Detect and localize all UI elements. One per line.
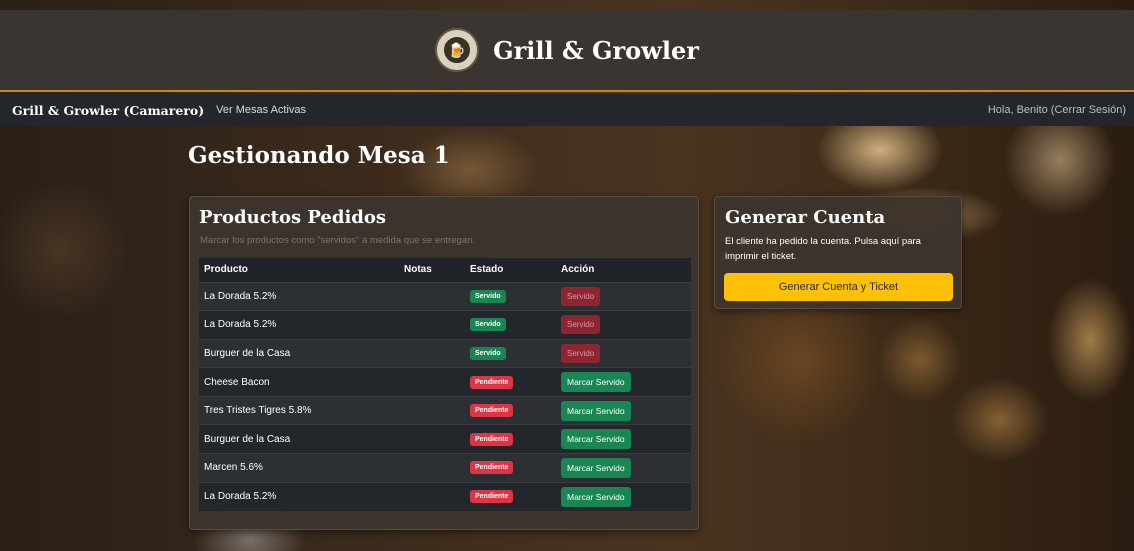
status-badge: Servido: [470, 318, 506, 332]
status-badge: Pendiente: [470, 490, 514, 504]
cell-product: Tres Tristes Tigres 5.8%: [199, 395, 399, 425]
cell-action: Marcar Servido: [556, 395, 691, 425]
cell-status: Servido: [465, 310, 556, 340]
status-badge: Servido: [470, 346, 506, 360]
table-row: Burguer de la Casa Pendiente Marcar Servid…: [199, 424, 691, 454]
cell-status: Pendiente: [465, 367, 556, 397]
orders-table: Producto Notas Estado Acción La Dorada 5…: [199, 258, 691, 511]
mark-served-button[interactable]: Marcar Servido: [561, 457, 631, 478]
table-row: Cheese Bacon Pendiente Marcar Servido: [199, 367, 691, 397]
table-row: La Dorada 5.2% Servido Servido: [199, 310, 691, 340]
cell-product: Burguer de la Casa: [199, 338, 399, 368]
column-header-action: Acción: [556, 258, 691, 282]
cell-status: Servido: [465, 281, 556, 311]
products-card: Productos Pedidos Marcar los productos c…: [189, 196, 699, 530]
cell-status: Pendiente: [465, 453, 556, 483]
mark-served-button[interactable]: Marcar Servido: [561, 400, 631, 421]
mark-served-button[interactable]: Marcar Servido: [561, 486, 631, 507]
cell-notes: [399, 481, 465, 511]
status-badge: Servido: [470, 289, 506, 303]
cell-action: Servido: [556, 281, 691, 311]
cell-status: Pendiente: [465, 424, 556, 454]
column-header-notes: Notas: [399, 258, 465, 282]
user-logout-link[interactable]: Hola, Benito (Cerrar Sesión): [988, 104, 1126, 116]
table-row: La Dorada 5.2% Servido Servido: [199, 281, 691, 311]
status-badge: Pendiente: [470, 375, 514, 389]
cell-product: Marcen 5.6%: [199, 453, 399, 483]
table-row: Burguer de la Casa Servido Servido: [199, 338, 691, 368]
column-header-product: Producto: [199, 258, 399, 282]
table-row: La Dorada 5.2% Pendiente Marcar Servido: [199, 481, 691, 511]
products-card-title: Productos Pedidos: [199, 207, 387, 228]
cell-notes: [399, 395, 465, 425]
table-header-row: Producto Notas Estado Acción: [199, 258, 691, 282]
products-card-subtitle: Marcar los productos como "servidos" a m…: [200, 235, 475, 246]
status-badge: Pendiente: [470, 432, 514, 446]
cell-action: Marcar Servido: [556, 367, 691, 397]
served-button: Servido: [561, 343, 601, 363]
cell-action: Marcar Servido: [556, 481, 691, 511]
cell-product: La Dorada 5.2%: [199, 281, 399, 311]
cell-status: Servido: [465, 338, 556, 368]
cell-product: Burguer de la Casa: [199, 424, 399, 454]
mark-served-button[interactable]: Marcar Servido: [561, 429, 631, 450]
cell-product: La Dorada 5.2%: [199, 481, 399, 511]
table-row: Tres Tristes Tigres 5.8% Pendiente Marcar …: [199, 395, 691, 425]
bill-card-title: Generar Cuenta: [725, 207, 886, 228]
navbar: Grill & Growler (Camarero) Ver Mesas Act…: [0, 94, 1134, 126]
cell-status: Pendiente: [465, 395, 556, 425]
page-title: Gestionando Mesa 1: [188, 142, 450, 169]
generate-bill-button[interactable]: Generar Cuenta y Ticket: [724, 273, 953, 301]
cell-action: Servido: [556, 310, 691, 340]
cell-notes: [399, 338, 465, 368]
brand-header: 🍺 Grill & Growler: [0, 10, 1134, 92]
mark-served-button[interactable]: Marcar Servido: [561, 372, 631, 393]
cell-notes: [399, 281, 465, 311]
cell-notes: [399, 424, 465, 454]
bill-card: Generar Cuenta El cliente ha pedido la c…: [714, 196, 962, 309]
cell-notes: [399, 367, 465, 397]
cell-action: Marcar Servido: [556, 424, 691, 454]
nav-brand[interactable]: Grill & Growler (Camarero): [12, 103, 204, 118]
bill-card-description: El cliente ha pedido la cuenta. Pulsa aq…: [725, 236, 921, 262]
served-button: Servido: [561, 315, 601, 335]
cell-action: Servido: [556, 338, 691, 368]
cell-notes: [399, 310, 465, 340]
status-badge: Pendiente: [470, 461, 514, 475]
cell-product: La Dorada 5.2%: [199, 310, 399, 340]
cell-action: Marcar Servido: [556, 453, 691, 483]
column-header-status: Estado: [465, 258, 556, 282]
status-badge: Pendiente: [470, 404, 514, 418]
table-row: Marcen 5.6% Pendiente Marcar Servido: [199, 453, 691, 483]
nav-link-active-tables[interactable]: Ver Mesas Activas: [216, 104, 306, 116]
growler-logo-icon: 🍺: [435, 28, 480, 72]
brand-title: Grill & Growler: [493, 35, 699, 65]
served-button: Servido: [561, 286, 601, 306]
cell-status: Pendiente: [465, 481, 556, 511]
cell-notes: [399, 453, 465, 483]
cell-product: Cheese Bacon: [199, 367, 399, 397]
